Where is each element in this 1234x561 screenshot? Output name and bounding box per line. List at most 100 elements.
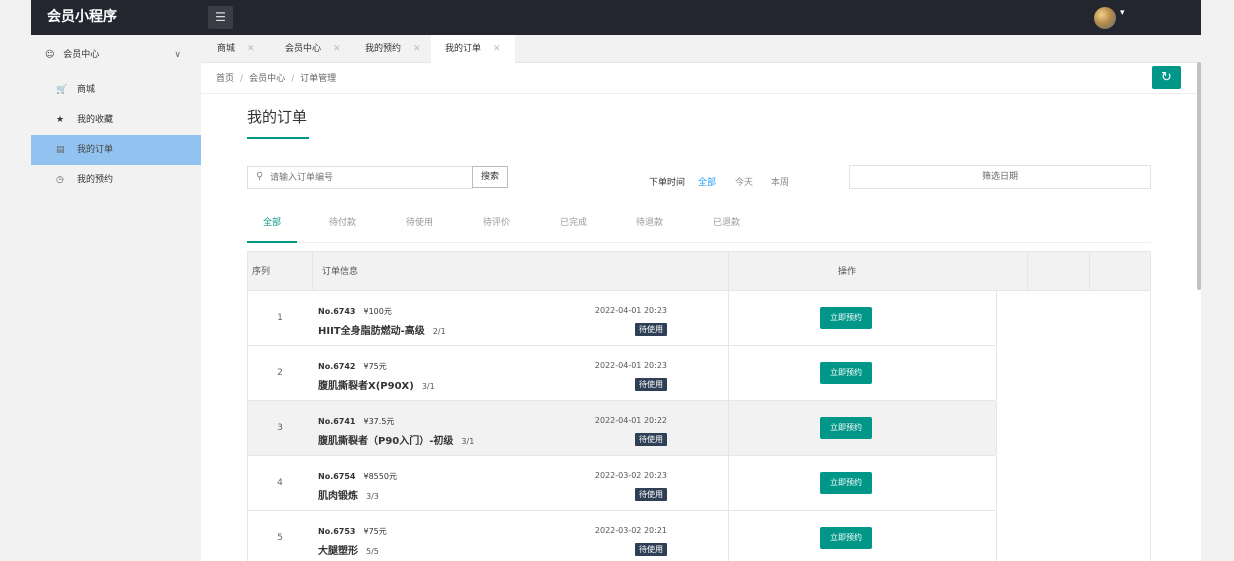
course-name: 腹肌撕裂者（P90入门）-初级 xyxy=(318,436,454,447)
tab-member-center[interactable]: 会员中心 ✕ xyxy=(285,35,341,63)
close-icon[interactable]: ✕ xyxy=(493,44,501,54)
column-divider xyxy=(728,456,729,510)
time-filter-week[interactable]: 本周 xyxy=(771,175,789,188)
column-divider xyxy=(728,252,729,290)
orders-table: 序列 订单信息 操作 1 No.6743 ¥100元 HIIT全身脂肪燃动-高级 2… xyxy=(247,251,1151,561)
search-button[interactable]: 搜索 xyxy=(472,166,508,188)
search-input[interactable] xyxy=(270,170,466,185)
chevron-down-icon: ∨ xyxy=(174,50,181,60)
time-filter-all[interactable]: 全部 xyxy=(698,175,716,188)
sidebar-item-label: 我的订单 xyxy=(77,145,114,155)
order-price: ¥8550元 xyxy=(363,472,397,481)
sidebar-item-label: 我的预约 xyxy=(77,175,114,185)
order-number: No.6743 ¥100元 xyxy=(318,306,392,317)
status-tab-completed[interactable]: 已完成 xyxy=(560,215,587,228)
breadcrumb-separator: / xyxy=(291,74,295,84)
sidebar: ☺ 会员中心 ∨ 🛒 商城 ★ 我的收藏 ▤ 我的订单 ◷ 我的预约 xyxy=(31,35,201,561)
star-icon: ★ xyxy=(56,115,65,125)
user-icon: ☺ xyxy=(45,50,55,60)
sidebar-item-reservations[interactable]: ◷ 我的预约 xyxy=(31,165,201,195)
app-window: 会员小程序 ☰ ▾ ☺ 会员中心 ∨ 🛒 商城 ★ 我的收藏 ▤ 我的订单 ◷ … xyxy=(31,0,1201,561)
status-tab-pending-payment[interactable]: 待付款 xyxy=(329,215,356,228)
page-title: 我的订单 xyxy=(247,108,308,126)
status-tab-refunded[interactable]: 已退款 xyxy=(713,215,740,228)
order-no: No.6743 xyxy=(318,307,356,316)
status-tab-to-use[interactable]: 待使用 xyxy=(406,215,433,228)
status-badge: 待使用 xyxy=(635,488,667,501)
divider xyxy=(201,93,1201,94)
book-now-button[interactable]: 立即预约 xyxy=(820,307,872,329)
order-time: 2022-04-01 20:23 xyxy=(594,306,667,315)
sidebar-item-shop[interactable]: 🛒 商城 xyxy=(31,75,201,105)
row-index: 1 xyxy=(277,313,283,323)
order-time: 2022-04-01 20:23 xyxy=(594,361,667,370)
book-now-button[interactable]: 立即预约 xyxy=(820,472,872,494)
close-icon[interactable]: ✕ xyxy=(413,44,421,54)
course-name: HIIT全身脂肪燃动-高级 xyxy=(318,326,425,337)
status-badge: 待使用 xyxy=(635,323,667,336)
row-index: 4 xyxy=(277,478,283,488)
status-tab-all[interactable]: 全部 xyxy=(263,215,281,228)
caret-down-icon[interactable]: ▾ xyxy=(1120,8,1125,18)
column-divider xyxy=(312,252,313,290)
column-divider xyxy=(728,291,729,345)
clock-icon: ◷ xyxy=(56,175,64,185)
column-divider xyxy=(996,401,997,455)
order-qty: 3/3 xyxy=(366,492,379,501)
order-no: No.6754 xyxy=(318,472,356,481)
column-divider xyxy=(996,456,997,510)
sidebar-group-member-center[interactable]: ☺ 会员中心 ∨ xyxy=(31,35,201,75)
tab-label: 我的订单 xyxy=(445,44,482,54)
book-now-button[interactable]: 立即预约 xyxy=(820,362,872,384)
status-tab-pending-refund[interactable]: 待退款 xyxy=(636,215,663,228)
column-divider xyxy=(996,346,997,400)
breadcrumb: 首页 / 会员中心 / 订单管理 xyxy=(216,71,336,84)
table-header: 序列 订单信息 操作 xyxy=(247,251,1151,291)
header-order-info: 订单信息 xyxy=(322,267,359,277)
tab-orders[interactable]: 我的订单 ✕ xyxy=(431,35,515,63)
scrollbar[interactable] xyxy=(1197,62,1201,290)
book-now-button[interactable]: 立即预约 xyxy=(820,417,872,439)
breadcrumb-separator: / xyxy=(240,74,244,84)
order-qty: 2/1 xyxy=(432,327,446,336)
app-logo: 会员小程序 xyxy=(47,9,117,25)
status-tab-to-review[interactable]: 待评价 xyxy=(483,215,510,228)
order-name: 大腿塑形 5/5 xyxy=(318,542,379,557)
title-underline xyxy=(247,137,309,139)
close-icon[interactable]: ✕ xyxy=(333,44,341,54)
order-no: No.6741 xyxy=(318,417,356,426)
order-number: No.6754 ¥8550元 xyxy=(318,471,397,482)
order-name: 肌肉锻炼 3/3 xyxy=(318,487,379,502)
time-filter-today[interactable]: 今天 xyxy=(735,175,753,188)
status-badge: 待使用 xyxy=(635,378,667,391)
breadcrumb-home[interactable]: 首页 xyxy=(216,74,234,84)
refresh-button[interactable]: ↻ xyxy=(1152,66,1181,89)
table-row: 5 No.6753 ¥75元 大腿塑形 5/5 2022-03-02 20:21 待… xyxy=(247,511,997,561)
sidebar-item-orders[interactable]: ▤ 我的订单 xyxy=(31,135,201,165)
tab-label: 商城 xyxy=(217,44,236,54)
order-price: ¥75元 xyxy=(363,362,387,371)
tab-label: 会员中心 xyxy=(285,44,322,54)
status-badge: 待使用 xyxy=(635,433,667,446)
row-index: 3 xyxy=(277,423,283,433)
sidebar-group-label: 会员中心 xyxy=(63,50,100,60)
tab-reservations[interactable]: 我的预约 ✕ xyxy=(365,35,421,63)
active-tab-underline xyxy=(247,241,297,243)
course-name: 腹肌撕裂者X(P90X) xyxy=(318,381,414,392)
order-qty: 3/1 xyxy=(421,382,435,391)
column-divider xyxy=(1027,252,1028,290)
order-qty: 3/1 xyxy=(461,437,475,446)
avatar[interactable] xyxy=(1094,7,1116,29)
header-action: 操作 xyxy=(838,267,857,277)
breadcrumb-member-center[interactable]: 会员中心 xyxy=(249,74,285,84)
header-index: 序列 xyxy=(252,267,271,277)
tab-shop[interactable]: 商城 ✕ xyxy=(217,35,255,63)
date-filter-input[interactable]: 筛选日期 xyxy=(849,165,1151,189)
order-price: ¥37.5元 xyxy=(363,417,395,426)
close-icon[interactable]: ✕ xyxy=(247,44,255,54)
sidebar-item-favorites[interactable]: ★ 我的收藏 xyxy=(31,105,201,135)
order-icon: ▤ xyxy=(56,145,65,155)
book-now-button[interactable]: 立即预约 xyxy=(820,527,872,549)
order-time: 2022-03-02 20:21 xyxy=(594,526,667,535)
hamburger-icon[interactable]: ☰ xyxy=(208,6,233,29)
